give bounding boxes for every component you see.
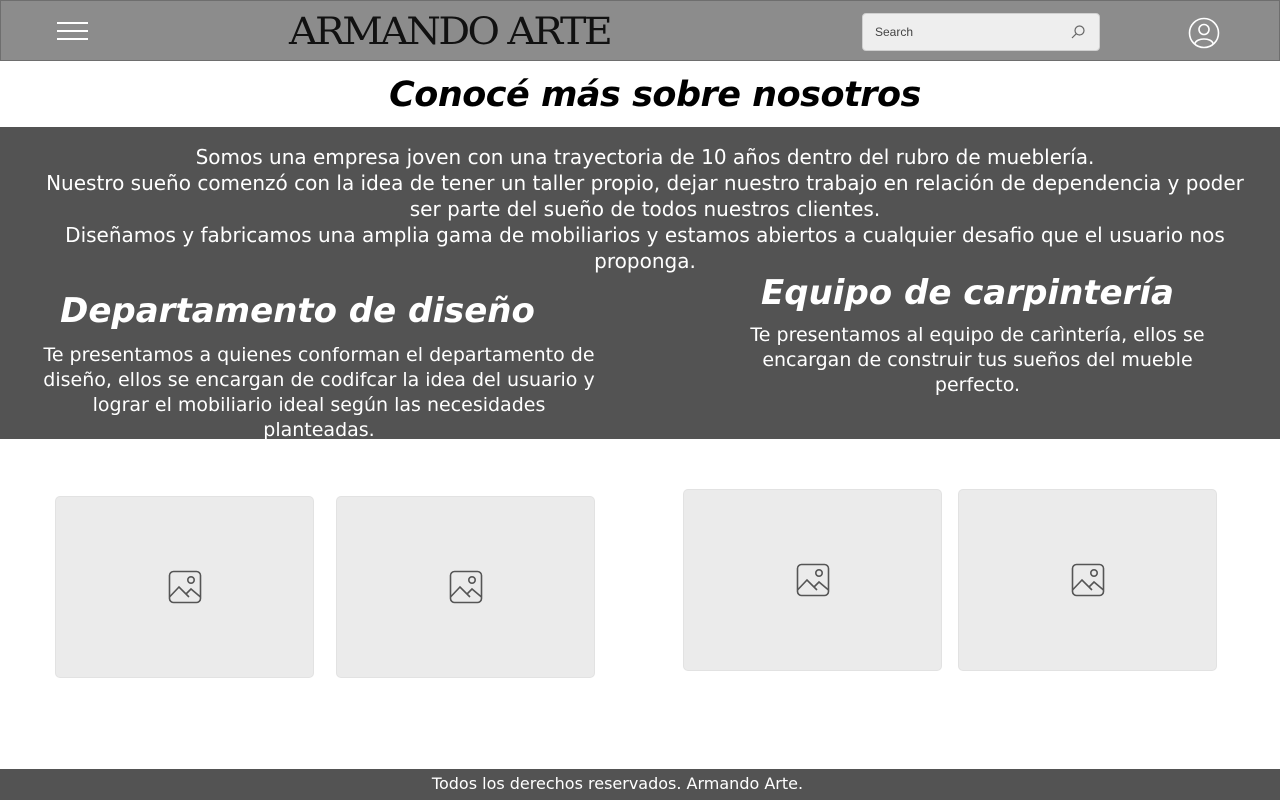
about-section: Somos una empresa joven con una trayecto… xyxy=(0,127,1280,441)
hamburger-menu-icon[interactable] xyxy=(57,20,88,42)
menu-line xyxy=(57,38,88,40)
intro-line: Somos una empresa joven con una trayecto… xyxy=(195,145,1095,169)
image-icon xyxy=(796,563,829,597)
footer-copyright: Todos los derechos reservados. Armando A… xyxy=(431,774,804,793)
carpentry-team-title: Equipo de carpintería xyxy=(761,273,1174,313)
page-title: Conocé más sobre nosotros xyxy=(389,75,921,115)
user-account-icon[interactable] xyxy=(1188,17,1220,49)
search-box[interactable] xyxy=(862,13,1100,51)
carpentry-team-photo-1 xyxy=(683,489,942,671)
design-team-photo-2 xyxy=(336,496,595,678)
design-department-text: Te presentamos a quienes conforman el de… xyxy=(43,344,595,441)
image-icon xyxy=(168,570,201,604)
menu-line xyxy=(57,22,88,24)
design-team-photo-1 xyxy=(55,496,314,678)
intro-text: Somos una empresa joven con una trayecto… xyxy=(40,144,1250,274)
carpentry-team-text: Te presentamos al equipo de carìntería, … xyxy=(750,324,1205,396)
design-department-title: Departamento de diseño xyxy=(60,291,535,331)
site-footer: Todos los derechos reservados. Armando A… xyxy=(0,769,1280,800)
image-icon xyxy=(1071,563,1104,597)
brand-logo[interactable]: ARMANDO ARTE xyxy=(289,9,631,55)
carpentry-team-photo-2 xyxy=(958,489,1217,671)
search-input[interactable] xyxy=(875,22,1055,42)
image-icon xyxy=(449,570,482,604)
search-icon[interactable] xyxy=(1070,24,1086,40)
menu-line xyxy=(57,30,88,32)
intro-line: Diseñamos y fabricamos una amplia gama d… xyxy=(65,223,1225,273)
site-header: ARMANDO ARTE xyxy=(0,0,1280,61)
intro-line: Nuestro sueño comenzó con la idea de ten… xyxy=(46,171,1244,221)
